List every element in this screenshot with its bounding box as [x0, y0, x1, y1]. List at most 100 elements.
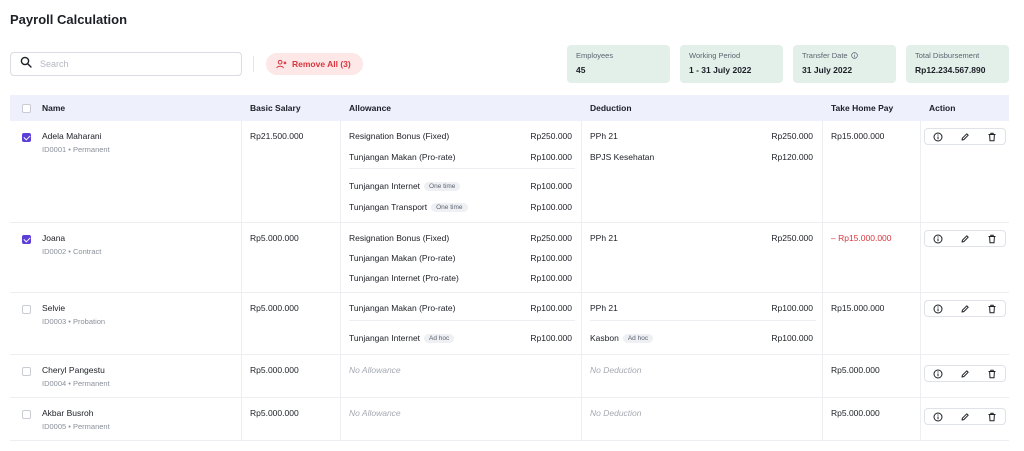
allowance-label: Tunjangan Internet: [349, 181, 421, 191]
row-checkbox[interactable]: [22, 410, 31, 419]
toolbar-divider: [253, 56, 254, 72]
remove-user-icon: [276, 59, 287, 70]
deduction-label: BPJS Kesehatan: [590, 152, 655, 162]
employee-meta: ID0005 • Permanent: [42, 422, 110, 431]
allowance-item: Tunjangan Transport One time: [349, 202, 468, 212]
allowance-amount: Rp100.000: [530, 181, 572, 191]
remove-all-button[interactable]: Remove All (3): [266, 53, 363, 75]
employee-meta: ID0004 • Permanent: [42, 379, 110, 388]
deduction-label: PPh 21: [590, 233, 618, 243]
info-icon[interactable]: [932, 131, 944, 143]
edit-icon[interactable]: [959, 411, 971, 423]
deduction-label: PPh 21: [590, 303, 618, 313]
employee-name: Cheryl Pangestu: [42, 365, 105, 375]
allowance-amount: Rp100.000: [530, 303, 572, 313]
employee-meta: ID0003 • Probation: [42, 317, 106, 326]
allowance-amount: Rp100.000: [530, 273, 572, 283]
row-checkbox[interactable]: [22, 367, 31, 376]
row-checkbox[interactable]: [22, 305, 31, 314]
table-header: Name Basic Salary Allowance Deduction Ta…: [10, 95, 1009, 121]
employee-name: Adela Maharani: [42, 131, 102, 141]
delete-icon[interactable]: [986, 131, 998, 143]
table-row: Adela Maharani ID0001 • Permanent Rp21.5…: [10, 121, 1009, 223]
employee-meta: ID0001 • Permanent: [42, 145, 110, 154]
info-icon[interactable]: [932, 303, 944, 315]
allowance-label: Resignation Bonus (Fixed): [349, 233, 450, 243]
search-input[interactable]: [40, 59, 230, 69]
delete-icon[interactable]: [986, 233, 998, 245]
deduction-label: PPh 21: [590, 131, 618, 141]
edit-icon[interactable]: [959, 233, 971, 245]
row-actions: [924, 230, 1006, 247]
page-title: Payroll Calculation: [10, 12, 128, 27]
basic-salary: Rp5.000.000: [250, 303, 299, 313]
deduction-label: Kasbon: [590, 333, 619, 343]
stat-label: Transfer Date: [802, 51, 848, 60]
allowance-divider: [349, 320, 575, 321]
allowance-divider: [349, 168, 575, 169]
column-header-take-home-pay[interactable]: Take Home Pay: [831, 95, 893, 121]
delete-icon[interactable]: [986, 411, 998, 423]
deduction-item: Kasbon Ad hoc: [590, 333, 654, 343]
column-header-action: Action: [929, 103, 956, 113]
deduction-amount: Rp120.000: [771, 152, 813, 162]
row-actions: [924, 128, 1006, 145]
allowance-item: Tunjangan Internet One time: [349, 181, 461, 191]
info-icon[interactable]: [850, 52, 858, 59]
basic-salary: Rp21.500.000: [250, 131, 304, 141]
deduction-amount: Rp100.000: [771, 333, 813, 343]
frequency-badge: One time: [431, 203, 468, 212]
delete-icon[interactable]: [986, 368, 998, 380]
allowance-amount: Rp100.000: [530, 152, 572, 162]
allowance-amount: Rp250.000: [530, 233, 572, 243]
row-actions: [924, 300, 1006, 317]
search-box[interactable]: [10, 52, 242, 76]
allowance-amount: Rp100.000: [530, 333, 572, 343]
edit-icon[interactable]: [959, 131, 971, 143]
delete-icon[interactable]: [986, 303, 998, 315]
table-row: Joana ID0002 • Contract Rp5.000.000 Resi…: [10, 223, 1009, 293]
deduction-divider: [590, 320, 816, 321]
edit-icon[interactable]: [959, 303, 971, 315]
row-checkbox[interactable]: [22, 235, 31, 244]
allowance-label: Tunjangan Makan (Pro-rate): [349, 152, 456, 162]
allowance-label: Tunjangan Transport: [349, 202, 428, 212]
basic-salary: Rp5.000.000: [250, 233, 299, 243]
row-checkbox[interactable]: [22, 133, 31, 142]
column-header-deduction[interactable]: Deduction: [590, 95, 632, 121]
column-header-name[interactable]: Name: [42, 95, 65, 121]
allowance-label: Tunjangan Internet (Pro-rate): [349, 273, 459, 283]
stat-value: 1 - 31 July 2022: [689, 65, 752, 75]
info-icon[interactable]: [932, 368, 944, 380]
column-header-allowance[interactable]: Allowance: [349, 95, 391, 121]
take-home-pay: Rp5.000.000: [831, 365, 880, 375]
stat-working-period: Working Period 1 - 31 July 2022: [680, 45, 783, 83]
stat-transfer-date: Transfer Date 31 July 2022: [793, 45, 896, 83]
allowance-label: Tunjangan Makan (Pro-rate): [349, 253, 456, 263]
info-icon[interactable]: [932, 233, 944, 245]
table-row: Selvie ID0003 • Probation Rp5.000.000 Tu…: [10, 293, 1009, 355]
allowance-amount: Rp100.000: [530, 202, 572, 212]
take-home-pay-negative: – Rp15.000.000: [831, 233, 892, 243]
employee-name: Selvie: [42, 303, 66, 313]
stat-value: 31 July 2022: [802, 65, 853, 75]
info-icon[interactable]: [932, 411, 944, 423]
allowance-label: Tunjangan Makan (Pro-rate): [349, 303, 456, 313]
row-actions: [924, 365, 1006, 382]
select-all-checkbox[interactable]: [22, 104, 31, 113]
frequency-badge: One time: [424, 182, 461, 191]
stat-total-disbursement: Total Disbursement Rp12.234.567.890: [906, 45, 1009, 83]
allowance-amount: Rp100.000: [530, 253, 572, 263]
deduction-amount: Rp100.000: [771, 303, 813, 313]
deduction-amount: Rp250.000: [771, 233, 813, 243]
allowance-item: Tunjangan Internet Ad hoc: [349, 333, 455, 343]
row-actions: [924, 408, 1006, 425]
employee-name: Akbar Busroh: [42, 408, 94, 418]
stat-label: Total Disbursement: [915, 51, 980, 60]
allowance-label: Tunjangan Internet: [349, 333, 421, 343]
edit-icon[interactable]: [959, 368, 971, 380]
basic-salary: Rp5.000.000: [250, 408, 299, 418]
column-header-basic-salary[interactable]: Basic Salary: [250, 95, 301, 121]
remove-all-label: Remove All (3): [292, 59, 351, 69]
allowance-amount: Rp250.000: [530, 131, 572, 141]
